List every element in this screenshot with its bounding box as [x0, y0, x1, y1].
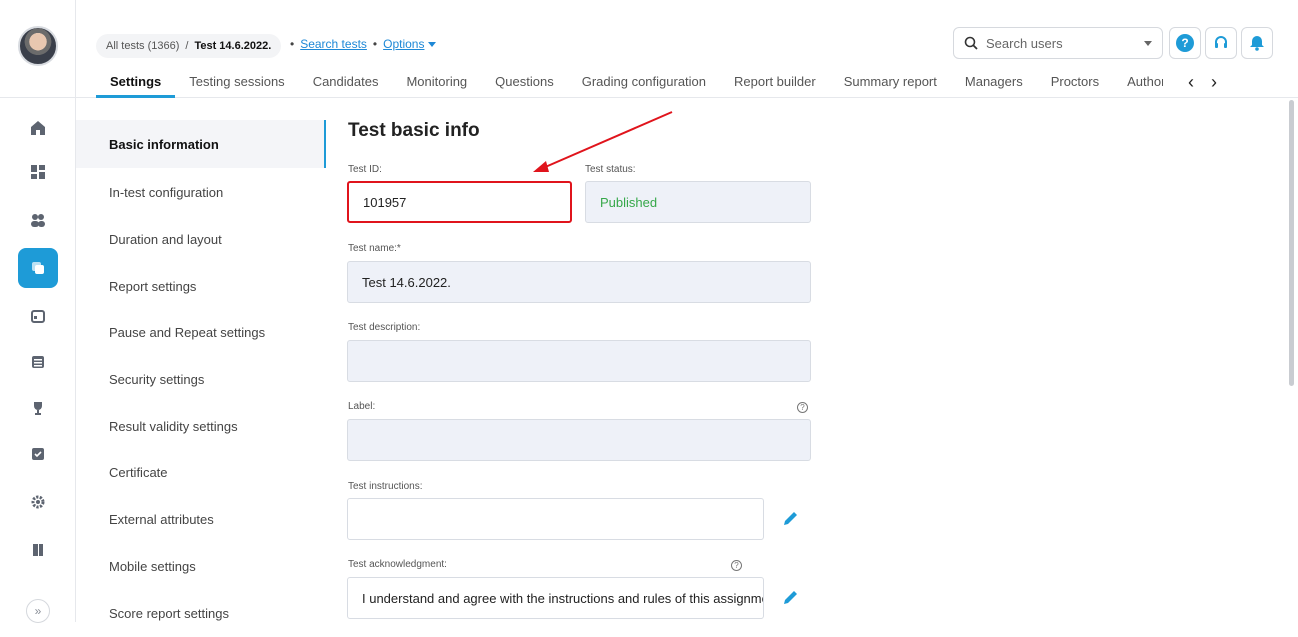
search-placeholder: Search users: [986, 35, 1063, 51]
test-instructions-label: Test instructions:: [348, 481, 423, 492]
list-icon[interactable]: [18, 342, 58, 382]
tab-bar: Settings Testing sessions Candidates Mon…: [96, 74, 1163, 98]
tab-settings[interactable]: Settings: [96, 74, 176, 98]
tab-managers[interactable]: Managers: [951, 74, 1037, 98]
test-name-label: Test name:*: [348, 243, 401, 254]
edit-instructions-icon[interactable]: [781, 508, 801, 528]
tab-report-builder[interactable]: Report builder: [720, 74, 830, 98]
notifications-button[interactable]: [1241, 27, 1273, 59]
gear-icon[interactable]: [18, 482, 58, 522]
test-id-label: Test ID:: [348, 164, 382, 175]
section-pause-and-repeat-settings[interactable]: Pause and Repeat settings: [76, 308, 326, 356]
door-icon[interactable]: [18, 530, 58, 570]
options-label: Options: [383, 37, 425, 51]
tab-monitoring[interactable]: Monitoring: [392, 74, 481, 98]
page-scrollbar[interactable]: [1289, 100, 1294, 386]
main-content: Test basic info Test ID: 101957 Test sta…: [328, 98, 1298, 622]
support-button[interactable]: [1205, 27, 1237, 59]
help-button[interactable]: ?: [1169, 27, 1201, 59]
bullet: •: [372, 37, 378, 51]
home-icon[interactable]: [18, 108, 58, 148]
test-instructions-field[interactable]: [347, 498, 764, 540]
section-report-settings[interactable]: Report settings: [76, 262, 326, 310]
headset-icon: [1215, 36, 1227, 48]
test-status-field: Published: [585, 181, 811, 223]
edit-acknowledgment-icon[interactable]: [781, 587, 801, 607]
breadcrumb-current-test: Test 14.6.2022.: [194, 40, 272, 52]
search-icon: [964, 36, 978, 50]
users-icon[interactable]: [18, 200, 58, 240]
test-description-input[interactable]: [347, 340, 811, 382]
section-security-settings[interactable]: Security settings: [76, 355, 326, 403]
tests-icon[interactable]: [18, 248, 58, 288]
tab-testing-sessions[interactable]: Testing sessions: [175, 74, 298, 98]
expand-rail-icon[interactable]: »: [26, 599, 50, 623]
section-duration-and-layout[interactable]: Duration and layout: [76, 215, 326, 263]
user-avatar[interactable]: [18, 26, 58, 66]
chevron-right-icon[interactable]: ›: [1211, 72, 1217, 93]
chevron-left-icon[interactable]: ‹: [1188, 72, 1194, 93]
test-acknowledgment-label: Test acknowledgment:: [348, 559, 447, 570]
breadcrumb: All tests (1366) / Test 14.6.2022.: [96, 34, 282, 58]
page-title: Test basic info: [348, 120, 480, 141]
options-dropdown[interactable]: Options: [383, 37, 437, 51]
breadcrumb-all-tests[interactable]: All tests (1366): [106, 40, 179, 52]
question-icon: ?: [1176, 34, 1194, 52]
test-description-label: Test description:: [348, 322, 421, 333]
tab-candidates[interactable]: Candidates: [299, 74, 393, 98]
section-external-attributes[interactable]: External attributes: [76, 495, 326, 543]
section-basic-information[interactable]: Basic information: [76, 120, 326, 168]
checkbox-icon[interactable]: [18, 434, 58, 474]
bullet: •: [290, 37, 295, 51]
chevron-down-icon[interactable]: [1144, 40, 1152, 46]
breadcrumb-separator: /: [185, 40, 189, 52]
tab-author[interactable]: Author: [1113, 74, 1163, 98]
section-score-report-settings[interactable]: Score report settings: [76, 589, 326, 637]
section-result-validity-settings[interactable]: Result validity settings: [76, 402, 326, 450]
test-name-input[interactable]: Test 14.6.2022.: [347, 261, 811, 303]
breadcrumb-actions: • Search tests • Options: [290, 37, 437, 51]
label-field-label: Label:: [348, 401, 376, 412]
search-users-input[interactable]: Search users: [953, 27, 1163, 59]
icon-rail: »: [0, 0, 76, 623]
settings-sections-nav: Basic information In-test configuration …: [76, 98, 328, 622]
tab-questions[interactable]: Questions: [481, 74, 568, 98]
test-acknowledgment-field[interactable]: I understand and agree with the instruct…: [347, 577, 764, 619]
tab-summary-report[interactable]: Summary report: [830, 74, 951, 98]
calendar-icon[interactable]: [18, 296, 58, 336]
bell-icon: [1250, 36, 1264, 51]
test-status-label: Test status:: [585, 164, 636, 175]
section-certificate[interactable]: Certificate: [76, 448, 326, 496]
header: All tests (1366) / Test 14.6.2022. • Sea…: [76, 0, 1298, 98]
test-id-field[interactable]: 101957: [347, 181, 572, 223]
trophy-icon[interactable]: [18, 388, 58, 428]
chevron-down-icon: [428, 42, 437, 48]
tab-proctors[interactable]: Proctors: [1037, 74, 1113, 98]
search-tests-link[interactable]: Search tests: [300, 37, 367, 51]
label-input[interactable]: [347, 419, 811, 461]
help-circle-icon[interactable]: ?: [797, 402, 808, 413]
dashboard-icon[interactable]: [18, 152, 58, 192]
section-mobile-settings[interactable]: Mobile settings: [76, 542, 326, 590]
rail-divider: [0, 97, 76, 98]
tab-grading-configuration[interactable]: Grading configuration: [568, 74, 720, 98]
section-in-test-configuration[interactable]: In-test configuration: [76, 168, 326, 216]
help-circle-icon[interactable]: ?: [731, 560, 742, 571]
